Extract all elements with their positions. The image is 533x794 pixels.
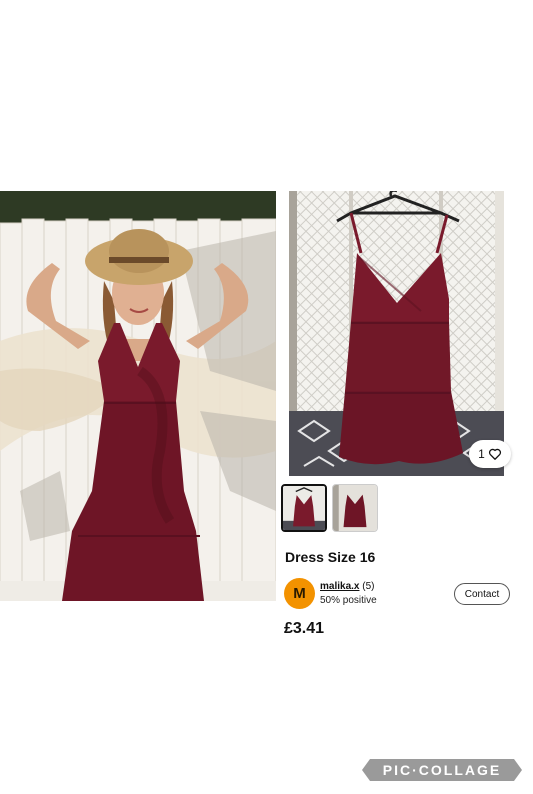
seller-rating-count: (5)	[362, 581, 375, 592]
seller-feedback: 50% positive	[320, 595, 377, 606]
heart-icon	[488, 448, 501, 460]
contact-button[interactable]: Contact	[454, 583, 510, 605]
seller-info: malika.x (5)	[320, 581, 375, 592]
thumbnail-2[interactable]	[332, 484, 378, 532]
avatar-letter: M	[293, 585, 306, 602]
price: £3.41	[284, 620, 325, 637]
avatar[interactable]: M	[284, 578, 315, 609]
like-count: 1	[478, 447, 485, 461]
seller-username-link[interactable]: malika.x	[320, 581, 359, 592]
like-button[interactable]: 1	[469, 440, 511, 468]
listing-title: Dress Size 16	[285, 549, 376, 565]
pic-collage-watermark: PIC·COLLAGE	[362, 759, 522, 781]
watermark-text: PIC·COLLAGE	[382, 762, 502, 778]
thumbnail-1[interactable]	[281, 484, 327, 532]
model-photo	[0, 191, 276, 601]
product-photo[interactable]	[289, 191, 504, 476]
